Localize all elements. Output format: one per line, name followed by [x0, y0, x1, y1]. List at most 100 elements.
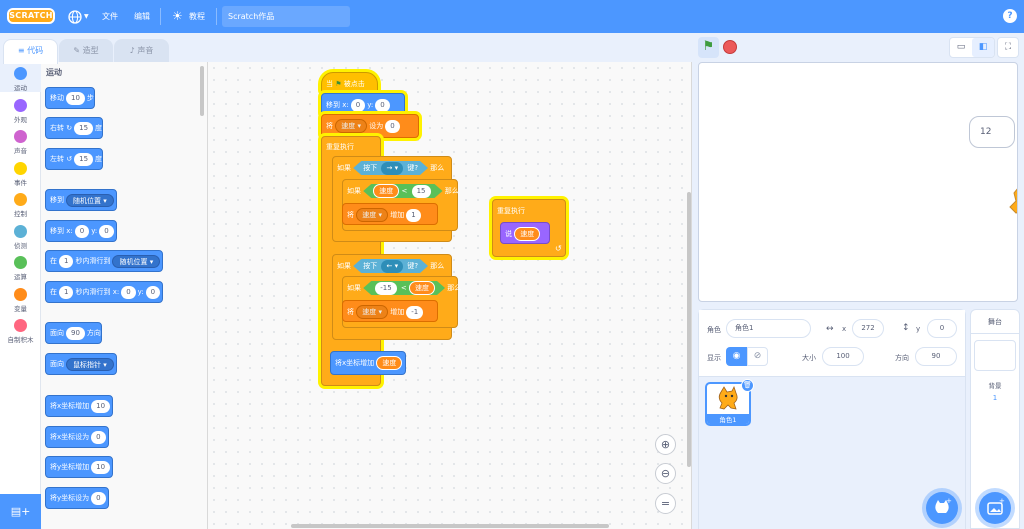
goto-y-value[interactable]: 0: [375, 98, 390, 112]
size-input[interactable]: 100: [822, 347, 864, 366]
tutorials-menu[interactable]: ☀ 教程: [172, 0, 212, 33]
green-flag-button[interactable]: ⚑: [698, 37, 719, 58]
key-pressed-right[interactable]: 按下 → ▾ 键?: [353, 161, 428, 175]
tab-costumes[interactable]: ✎ 造型: [59, 39, 113, 63]
zoom-out-button[interactable]: ⊖: [655, 463, 676, 484]
category-item[interactable]: 侦测: [0, 224, 41, 250]
block-set-x[interactable]: 将x坐标设为 0: [45, 426, 109, 448]
x-input[interactable]: 272: [852, 319, 884, 338]
sprite-cat-partial[interactable]: [1008, 181, 1017, 217]
sprite-name-input[interactable]: 角色1: [726, 319, 811, 338]
set-var-dropdown[interactable]: 速度 ▾: [335, 119, 367, 133]
block-set-var[interactable]: 将 速度 ▾ 设为 0: [321, 114, 419, 138]
category-item[interactable]: 自制积木: [0, 319, 41, 344]
glide-secs-input[interactable]: 1: [59, 254, 74, 268]
file-menu[interactable]: 文件: [102, 0, 118, 33]
block-change-x-by-speed[interactable]: 将x坐标增加 速度: [330, 351, 406, 375]
set-var-value[interactable]: 0: [385, 119, 400, 133]
goto-x-input[interactable]: 0: [74, 224, 90, 238]
workspace-vscroll[interactable]: [687, 192, 691, 467]
block-say[interactable]: 说 速度: [500, 222, 550, 244]
glide-y-input[interactable]: 0: [145, 285, 161, 299]
stop-button[interactable]: [723, 40, 737, 54]
scratch-logo[interactable]: SCRATCH: [7, 8, 55, 24]
direction-input[interactable]: 90: [66, 326, 85, 340]
zoom-reset-button[interactable]: =: [655, 493, 676, 514]
block-point-direction[interactable]: 面向 90 方向: [45, 322, 102, 344]
block-set-y[interactable]: 将y坐标设为 0: [45, 487, 109, 509]
category-item[interactable]: 运动: [0, 67, 41, 92]
stage-canvas[interactable]: 12: [698, 62, 1018, 302]
y-input[interactable]: 0: [927, 319, 957, 338]
lt-operator-2[interactable]: -15 < 速度: [363, 281, 445, 295]
project-title-input[interactable]: Scratch作品: [222, 6, 350, 27]
lt-operator-1[interactable]: 速度 < 15: [363, 184, 442, 198]
palette-scrollbar[interactable]: [200, 66, 204, 116]
tab-sounds[interactable]: ♪ 声音: [114, 39, 169, 63]
stage-pane[interactable]: 舞台 背景 1 +: [970, 309, 1020, 529]
block-glide-xy[interactable]: 在 1 秒内滑行到 x: 0 y: 0: [45, 281, 164, 303]
glide-xy-secs-input[interactable]: 1: [59, 285, 74, 299]
goto-y-input[interactable]: 0: [99, 224, 114, 238]
category-item[interactable]: 事件: [0, 161, 41, 187]
code-workspace[interactable]: 当 ⚑ 被点击 移到 x: 0 y: 0 将 速度 ▾ 设为 0 重复执行 ↺ 如果 按…: [208, 62, 692, 529]
category-item[interactable]: 声音: [0, 130, 41, 155]
category-label: 声音: [14, 147, 27, 155]
glide-x-input[interactable]: 0: [121, 285, 136, 299]
small-stage-button[interactable]: ▭: [950, 38, 972, 57]
block-turn-left[interactable]: 左转 ↺ 15 度: [45, 148, 104, 170]
zoom-in-button[interactable]: ⊕: [655, 434, 676, 455]
add-backdrop-button[interactable]: +: [979, 492, 1011, 524]
workspace-hscroll[interactable]: [291, 524, 609, 528]
extension-button[interactable]: ▤+: [0, 494, 41, 529]
change-var-dropdown-2[interactable]: 速度 ▾: [356, 305, 388, 319]
block-goto[interactable]: 移到 随机位置 ▾: [45, 189, 117, 211]
block-glide[interactable]: 在 1 秒内滑行到 随机位置 ▾: [45, 250, 164, 272]
say-var[interactable]: 速度: [514, 227, 541, 241]
tab-code[interactable]: ≡ 代码: [3, 39, 58, 64]
set-x-input[interactable]: 0: [91, 430, 106, 444]
glide-dropdown[interactable]: 随机位置 ▾: [112, 254, 161, 268]
zoom-reset-icon: =: [660, 497, 671, 510]
category-item[interactable]: 变量: [0, 287, 41, 313]
change-var-value-1[interactable]: 1: [406, 208, 421, 222]
point-towards-dropdown[interactable]: 鼠标指针 ▾: [66, 357, 114, 371]
show-hidden-button[interactable]: ⊘: [747, 347, 768, 366]
backdrop-thumb[interactable]: [974, 340, 1016, 371]
block-goto-xy[interactable]: 移到 x: 0 y: 0: [45, 220, 117, 242]
block-turn-right[interactable]: 右转 ↻ 15 度: [45, 117, 104, 139]
language-menu[interactable]: ▼: [68, 0, 89, 33]
block-change-var-2[interactable]: 将 速度 ▾ 增加 -1: [342, 300, 438, 322]
key-dropdown-left[interactable]: ← ▾: [381, 260, 403, 273]
change-y-input[interactable]: 10: [91, 460, 111, 474]
block-point-towards[interactable]: 面向 鼠标指针 ▾: [45, 353, 117, 375]
block-change-x[interactable]: 将x坐标增加 10: [45, 395, 114, 417]
add-sprite-button[interactable]: +: [926, 492, 958, 524]
key-pressed-left[interactable]: 按下 ← ▾ 键?: [353, 259, 428, 273]
key-dropdown-right[interactable]: → ▾: [381, 162, 403, 175]
change-x-input[interactable]: 10: [91, 399, 111, 413]
change-var-dropdown-1[interactable]: 速度 ▾: [356, 208, 388, 222]
turn-left-input[interactable]: 15: [74, 152, 94, 166]
block-change-y[interactable]: 将y坐标增加 10: [45, 456, 114, 478]
goto-dropdown[interactable]: 随机位置 ▾: [66, 193, 114, 207]
category-item[interactable]: 控制: [0, 193, 41, 218]
turn-right-input[interactable]: 15: [74, 121, 94, 135]
change-var-value-2[interactable]: -1: [406, 305, 424, 319]
help-icon[interactable]: ?: [1003, 9, 1017, 23]
goto-x-value[interactable]: 0: [350, 98, 366, 112]
set-y-input[interactable]: 0: [91, 491, 106, 505]
move-steps-input[interactable]: 10: [66, 91, 85, 105]
block-change-var-1[interactable]: 将 速度 ▾ 增加 1: [342, 203, 438, 225]
large-stage-button[interactable]: ◧: [972, 38, 994, 57]
block-move[interactable]: 移动 10 步: [45, 87, 95, 109]
hat-flag-clicked[interactable]: 当 ⚑ 被点击: [321, 72, 378, 94]
delete-sprite-button[interactable]: 🗑: [741, 379, 754, 392]
direction-input[interactable]: 90: [915, 347, 957, 366]
change-x-var[interactable]: 速度: [376, 356, 403, 370]
category-item[interactable]: 运算: [0, 256, 41, 281]
edit-menu[interactable]: 编辑: [134, 0, 150, 33]
fullscreen-button[interactable]: ⛶: [997, 37, 1019, 58]
category-item[interactable]: 外观: [0, 98, 41, 124]
show-visible-button[interactable]: ◉: [726, 347, 747, 366]
